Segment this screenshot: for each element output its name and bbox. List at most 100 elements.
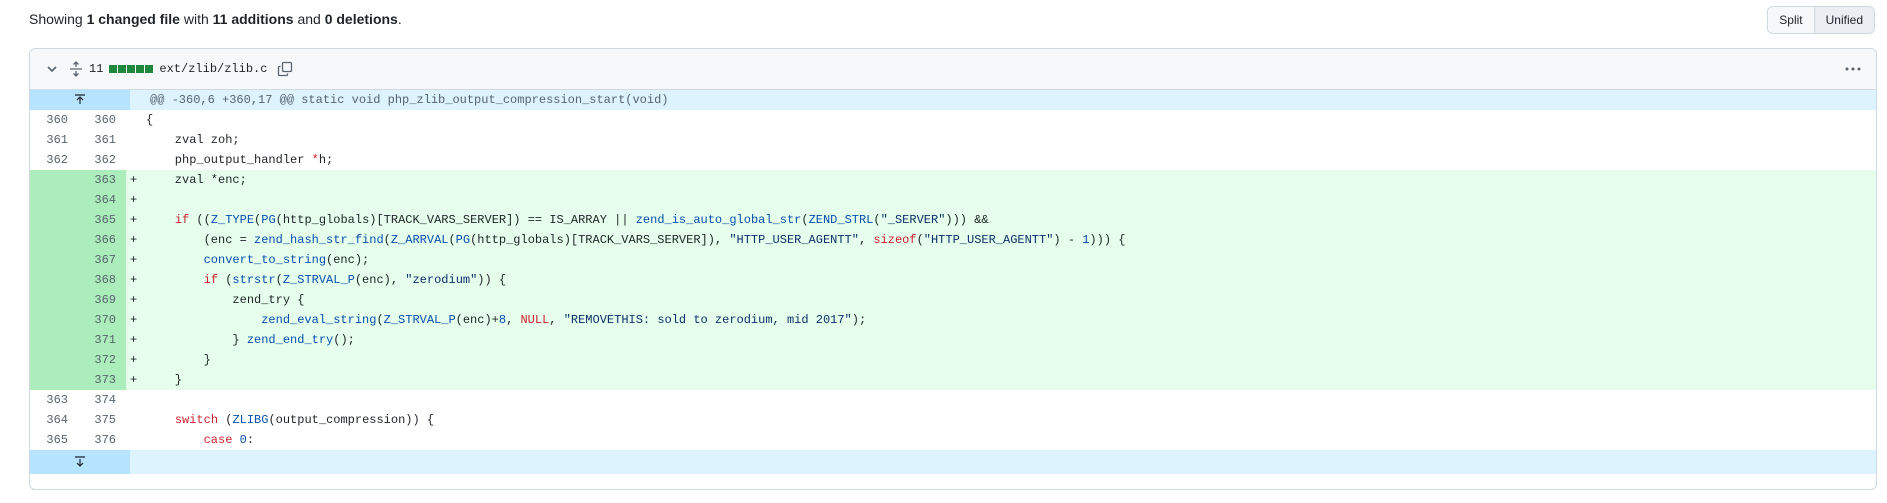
old-line-number[interactable]: 364 [30,410,78,430]
context-line: 364 375 switch (ZLIBG(output_compression)… [30,410,1876,430]
hunk-header-row: @@ -360,6 +360,17 @@ static void php_zli… [30,90,1876,110]
diff-marker: + [126,290,146,310]
summary-additions: 11 additions [212,11,294,27]
old-line-number[interactable] [30,290,78,310]
hunk-header: @@ -360,6 +360,17 @@ static void php_zli… [130,90,1876,110]
new-line-number[interactable]: 370 [78,310,126,330]
summary-changed-files: 1 changed file [86,11,180,27]
diff-marker [126,390,146,410]
old-line-number[interactable] [30,250,78,270]
code-line: zval *enc; [146,170,1876,190]
expand-row-fill [130,450,1876,474]
summary-prefix: Showing [29,11,87,27]
code-line: if (strstr(Z_STRVAL_P(enc), "zerodium"))… [146,270,1876,290]
old-line-number[interactable] [30,170,78,190]
code-line: } zend_end_try(); [146,330,1876,350]
new-line-number[interactable]: 374 [78,390,126,410]
fold-icon[interactable] [68,61,84,77]
diff-marker: + [126,190,146,210]
diffstat-block-added [136,65,145,73]
new-line-number[interactable]: 364 [78,190,126,210]
new-line-number[interactable]: 361 [78,130,126,150]
chevron-down-icon[interactable] [44,61,60,77]
diff-marker: + [126,370,146,390]
code-line: switch (ZLIBG(output_compression)) { [174,413,435,427]
code-line: (enc = zend_hash_str_find(Z_ARRVAL(PG(ht… [146,230,1876,250]
context-line: 362 362 php_output_handler *h; [30,150,1876,170]
new-line-number[interactable]: 371 [78,330,126,350]
new-line-number[interactable]: 376 [78,430,126,450]
added-line: 364 + [30,190,1876,210]
new-line-number[interactable]: 362 [78,150,126,170]
old-line-number[interactable]: 365 [30,430,78,450]
diff-marker [126,110,146,130]
diff-marker: + [126,270,146,290]
context-line: 361 361 zval zoh; [30,130,1876,150]
context-line: 360 360 { [30,110,1876,130]
file-diff: 11 ext/zlib/zlib.c @@ -360,6 +360,17 @@ … [29,48,1877,490]
kebab-horizontal-icon[interactable] [1844,61,1862,77]
code-line: convert_to_string(enc); [146,250,1876,270]
new-line-number[interactable]: 365 [78,210,126,230]
old-line-number[interactable]: 362 [30,150,78,170]
summary-text: with [179,11,213,27]
diff-marker: + [126,210,146,230]
new-line-number[interactable]: 372 [78,350,126,370]
file-name-link[interactable]: ext/zlib/zlib.c [159,62,267,76]
old-line-number[interactable]: 363 [30,390,78,410]
file-header: 11 ext/zlib/zlib.c [30,49,1876,90]
old-line-number[interactable] [30,210,78,230]
diff-marker [126,430,146,450]
old-line-number[interactable] [30,230,78,250]
code-line: zend_eval_string(Z_STRVAL_P(enc)+8, NULL… [146,310,1876,330]
diffstat-block-added [127,65,136,73]
new-line-number[interactable]: 360 [78,110,126,130]
code-line: if ((Z_TYPE(PG(http_globals)[TRACK_VARS_… [146,210,1876,230]
expand-down-icon[interactable] [30,450,130,474]
unified-view-button[interactable]: Unified [1813,7,1874,33]
expand-up-icon[interactable] [30,90,130,110]
diff-view-toggle: Split Unified [1767,6,1875,34]
new-line-number[interactable]: 369 [78,290,126,310]
diff-marker [126,150,146,170]
new-line-number[interactable]: 363 [78,170,126,190]
added-line: 368 + if (strstr(Z_STRVAL_P(enc), "zerodi… [30,270,1876,290]
old-line-number[interactable] [30,190,78,210]
diffstat-block-added [145,65,154,73]
old-line-number[interactable] [30,330,78,350]
old-line-number[interactable]: 360 [30,110,78,130]
expand-row [30,450,1876,474]
code-line: { [146,113,154,127]
new-line-number[interactable]: 375 [78,410,126,430]
new-line-number[interactable]: 366 [78,230,126,250]
diff-table: @@ -360,6 +360,17 @@ static void php_zli… [30,90,1876,474]
code-line: } [146,370,1876,390]
diff-summary: Showing 1 changed file with 11 additions… [29,8,402,30]
added-line: 369 + zend_try { [30,290,1876,310]
diff-marker [126,410,146,430]
added-line: 370 + zend_eval_string(Z_STRVAL_P(enc)+8,… [30,310,1876,330]
diff-marker: + [126,310,146,330]
new-line-number[interactable]: 368 [78,270,126,290]
copy-icon[interactable] [277,61,293,77]
diff-lines: 360 360 {361 361 zval zoh; 362 362 php_outpu… [30,110,1876,450]
summary-deletions: 0 deletions [324,11,398,27]
old-line-number[interactable] [30,270,78,290]
new-line-number[interactable]: 373 [78,370,126,390]
split-view-button[interactable]: Split [1768,7,1814,33]
diffstat-block-added [118,65,127,73]
added-line: 363 + zval *enc; [30,170,1876,190]
added-line: 365 + if ((Z_TYPE(PG(http_globals)[TRACK_… [30,210,1876,230]
added-line: 373 + } [30,370,1876,390]
context-line: 365 376 case 0: [30,430,1876,450]
code-line: zend_try { [146,290,1876,310]
old-line-number[interactable] [30,370,78,390]
added-line: 366 + (enc = zend_hash_str_find(Z_ARRVAL(… [30,230,1876,250]
new-line-number[interactable]: 367 [78,250,126,270]
added-line: 371 + } zend_end_try(); [30,330,1876,350]
diff-marker: + [126,350,146,370]
changes-count: 11 [89,62,104,76]
old-line-number[interactable] [30,350,78,370]
old-line-number[interactable] [30,310,78,330]
old-line-number[interactable]: 361 [30,130,78,150]
